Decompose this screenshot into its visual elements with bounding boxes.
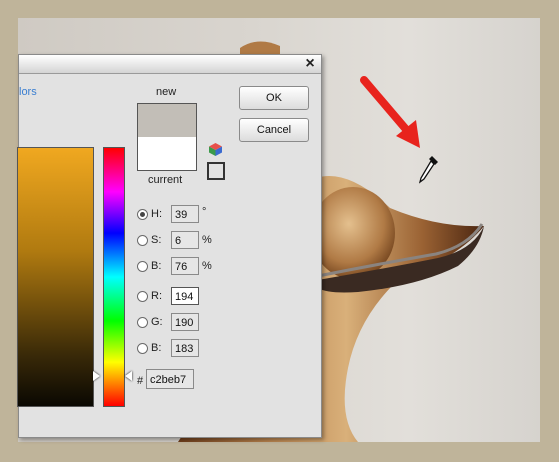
color-swatch xyxy=(137,103,197,171)
cancel-button[interactable]: Cancel xyxy=(239,118,309,142)
green-field[interactable]: 190 xyxy=(171,313,199,331)
blue-label: B: xyxy=(151,342,162,354)
hex-field[interactable]: c2beb7 xyxy=(146,369,194,389)
hue-slider-marker[interactable] xyxy=(125,371,132,381)
new-label: new xyxy=(156,86,177,98)
color-cube-icon[interactable] xyxy=(208,142,223,157)
current-label: current xyxy=(148,174,183,186)
hex-hash-label: # xyxy=(137,375,144,387)
radio-brightness[interactable] xyxy=(137,261,148,272)
red-field[interactable]: 194 xyxy=(171,287,199,305)
radio-blue[interactable] xyxy=(137,343,148,354)
websafe-color-box[interactable] xyxy=(207,162,225,180)
new-color-swatch xyxy=(138,104,196,137)
saturation-field[interactable]: 6 xyxy=(171,231,199,249)
radio-red[interactable] xyxy=(137,291,148,302)
eyedropper-icon[interactable] xyxy=(416,152,444,186)
hue-unit: ° xyxy=(202,206,207,218)
green-label: G: xyxy=(151,316,163,328)
saturation-label: S: xyxy=(151,234,162,246)
blue-field[interactable]: 183 xyxy=(171,339,199,357)
brightness-label: B: xyxy=(151,260,162,272)
hue-field[interactable]: 39 xyxy=(171,205,199,223)
current-color-swatch[interactable] xyxy=(138,137,196,170)
saturation-unit: % xyxy=(202,234,212,246)
ok-button[interactable]: OK xyxy=(239,86,309,110)
radio-hue[interactable] xyxy=(137,209,148,220)
hue-slider[interactable] xyxy=(103,147,125,407)
red-label: R: xyxy=(151,290,162,302)
radio-saturation[interactable] xyxy=(137,235,148,246)
only-web-colors-link[interactable]: lors xyxy=(19,86,37,98)
color-field-slider-marker[interactable] xyxy=(93,371,100,381)
brightness-field[interactable]: 76 xyxy=(171,257,199,275)
color-field[interactable] xyxy=(17,147,94,407)
radio-green[interactable] xyxy=(137,317,148,328)
color-picker-dialog: × lors new current OK Cancel H: 39 ° S: … xyxy=(17,54,322,438)
dialog-titlebar[interactable]: × xyxy=(19,55,321,74)
hue-label: H: xyxy=(151,208,162,220)
red-arrow-annotation xyxy=(360,76,420,148)
brightness-unit: % xyxy=(202,260,212,272)
close-icon[interactable]: × xyxy=(303,56,317,72)
